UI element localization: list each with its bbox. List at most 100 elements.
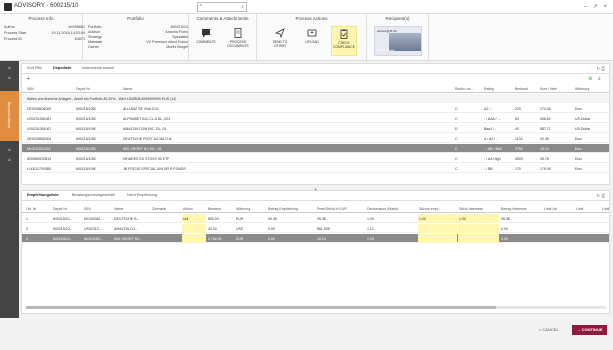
global-search[interactable]: * ⌕: [197, 2, 247, 12]
table-row[interactable]: IE00B53SZB19 600215/1050 ISHARES EU STOXX …: [22, 154, 609, 163]
tab-nicht-empfehlung[interactable]: Nicht Empfehlung: [127, 193, 157, 197]
column-header[interactable]: Bestand: [515, 87, 528, 91]
column-header[interactable]: Währung: [575, 87, 589, 91]
order-row[interactable]: 2 600215/10... US02313... AMAZON.CO... 40.00…: [22, 224, 609, 233]
recipient-card[interactable]: advisor@f2-6C Moritz Brugel: [374, 26, 422, 56]
table-cell: NL0011821202: [27, 146, 51, 151]
settings-icon[interactable]: ⚙: [588, 76, 592, 82]
kv-label: Strategy: [88, 35, 102, 39]
column-header[interactable]: Stücke empf...: [419, 207, 441, 211]
table-row[interactable]: LU0011700085 600215/1050 JB FOCUS SPECIAL …: [22, 164, 609, 173]
column-header[interactable]: Depot Nr: [53, 207, 67, 211]
search-icon[interactable]: ⌕: [241, 4, 244, 10]
add-icon[interactable]: +: [27, 76, 30, 82]
kv-value: 19.11.2018 14:03:04: [51, 31, 85, 35]
horizontal-scrollbar[interactable]: [26, 306, 606, 309]
cancel-button[interactable]: × CANCEL: [539, 327, 559, 332]
continue-button[interactable]: → CONTINUE: [572, 325, 607, 335]
header-panel: Process Info Author at%98861 Process Star…: [0, 14, 613, 61]
tab-depotliste[interactable]: Depotliste: [53, 66, 71, 70]
table-cell: 170: [515, 166, 521, 171]
editable-cell-bg[interactable]: [418, 234, 457, 243]
refresh-icon[interactable]: ↻ ⎙: [596, 66, 605, 72]
search-table-icon[interactable]: ⌕: [598, 76, 601, 82]
nav-item-active[interactable]: Anlagevorschlag: [0, 91, 19, 141]
table-row[interactable]: NL0011821202 600215/1050 ING GROEP NV EO -…: [22, 144, 609, 153]
nav-item[interactable]: A: [0, 63, 19, 72]
window-controls[interactable]: – ↗ ×: [584, 3, 609, 10]
column-header[interactable]: Zielmarkt: [152, 207, 166, 211]
column-header[interactable]: ISIN: [27, 87, 34, 91]
column-header[interactable]: Limit: [602, 207, 609, 211]
table-cell: 887.71: [540, 126, 551, 131]
column-header[interactable]: Name: [114, 207, 123, 211]
table-cell: 95.38: [317, 216, 326, 221]
check-compliance-label: CHECK COMPLIANCE: [333, 41, 355, 49]
column-header[interactable]: Aktion: [183, 207, 193, 211]
recipient-chip: advisor@f2-6C: [377, 29, 398, 33]
table-cell: DEUTSCHE POST AG NA O.N.: [123, 136, 173, 141]
table-row[interactable]: US0231351067 600215/1050 AMAZON.COM INC. D…: [22, 124, 609, 133]
scrollbar-thumb[interactable]: [26, 306, 496, 309]
nav-item[interactable]: A: [0, 155, 19, 164]
table-cell: ALPHABET INC.CL.A DL-,001: [123, 116, 171, 121]
column-header[interactable]: Limit-Art: [544, 207, 557, 211]
order-row[interactable]: 3 600215/10... NL001182... ING GROEP NV... 2…: [22, 234, 609, 243]
process-documents-button[interactable]: PROCESS DOCUMENTS: [225, 26, 251, 56]
kv-value: at%98861: [68, 25, 85, 29]
column-header[interactable]: Risiko Lev...: [455, 87, 474, 91]
app-logo-icon: [4, 3, 12, 11]
nav-item[interactable]: A: [0, 145, 19, 154]
tab-beratungsgeschaeft[interactable]: Beratungsnnewsgeschäft: [72, 193, 115, 197]
table-row[interactable]: US0231351067 600215/1050 ALPHABET INC.CL.A…: [22, 114, 609, 123]
check-compliance-button[interactable]: CHECK COMPLIANCE: [331, 26, 357, 56]
comments-button[interactable]: COMMENTS: [193, 26, 219, 56]
column-header[interactable]: Betrag Interesse: [501, 207, 527, 211]
editable-cell-bg[interactable]: [418, 224, 457, 233]
table-cell: ING GROEP NV...: [114, 236, 143, 241]
send-to-other-button[interactable]: SEND TO OTHER: [267, 26, 293, 56]
column-header[interactable]: Bestand: [208, 207, 221, 211]
table-cell[interactable]: 1.00: [459, 217, 466, 221]
column-header[interactable]: Lfd. Nr: [26, 207, 37, 211]
table-cell: 0.00: [501, 226, 508, 231]
editable-cell-bg[interactable]: [458, 234, 499, 243]
tab-empfehlungsliste[interactable]: Empfehlungsliste: [27, 193, 59, 197]
group-row[interactable]: Aktien und ähnliche Anlagen - Anteil am …: [22, 94, 609, 103]
table-cell[interactable]: sell: [183, 217, 188, 221]
order-row[interactable]: 1 600215/10... DE000081... DEUTSCHE B... sel…: [22, 214, 609, 223]
column-header[interactable]: Kurs / Wert: [540, 87, 557, 91]
table-row[interactable]: DE0005552004 600215/1050 DEUTSCHE POST AG …: [22, 134, 609, 143]
editable-cell-bg[interactable]: [458, 224, 499, 233]
column-header[interactable]: Devisenkurs (Markt): [367, 207, 398, 211]
footer-bar: × CANCEL → CONTINUE: [0, 318, 613, 350]
nav-item[interactable]: A: [0, 73, 19, 82]
upload-button[interactable]: UPLOAD: [299, 26, 325, 56]
column-header[interactable]: Stück Interesse: [459, 207, 483, 211]
editable-cell-bg[interactable]: [182, 224, 206, 233]
refresh-icon[interactable]: ↻ ⎙: [596, 193, 605, 199]
table-cell: 600215/1050: [76, 146, 97, 151]
editable-cell-bg[interactable]: [182, 234, 206, 243]
column-header[interactable]: Name: [123, 87, 132, 91]
table-cell[interactable]: 1.00: [419, 217, 426, 221]
table-header: Lfd. Nr Depot Nr ISIN Name Zielmarkt Aktion Be…: [22, 204, 609, 213]
column-header[interactable]: Rating: [484, 87, 494, 91]
table-cell: A / A2 / -: [484, 136, 498, 141]
search-input[interactable]: *: [200, 4, 202, 10]
column-header[interactable]: ISIN: [84, 207, 91, 211]
column-header[interactable]: Währung: [236, 207, 250, 211]
kv-label: Owner: [88, 45, 99, 49]
column-header[interactable]: Preis/Stück in EUR: [317, 207, 347, 211]
table-row[interactable]: DE0008404005 600215/1050 ALLIANZ SE VNA O.…: [22, 104, 609, 113]
table-cell: 2760: [515, 146, 523, 151]
kv-label: Portfolio: [88, 25, 102, 29]
tab-sort-pills[interactable]: Sort Pills: [27, 66, 42, 70]
column-header[interactable]: Depot Nr: [76, 87, 90, 91]
table-cell: 15.14: [540, 146, 549, 151]
column-header[interactable]: Limit: [576, 207, 583, 211]
table-cell: Euro: [575, 136, 583, 141]
column-header[interactable]: Betrag Empfehlung: [268, 207, 298, 211]
process-documents-label: PROCESS DOCUMENTS: [227, 40, 249, 48]
tab-instruments-search[interactable]: Instruments search: [82, 66, 114, 70]
